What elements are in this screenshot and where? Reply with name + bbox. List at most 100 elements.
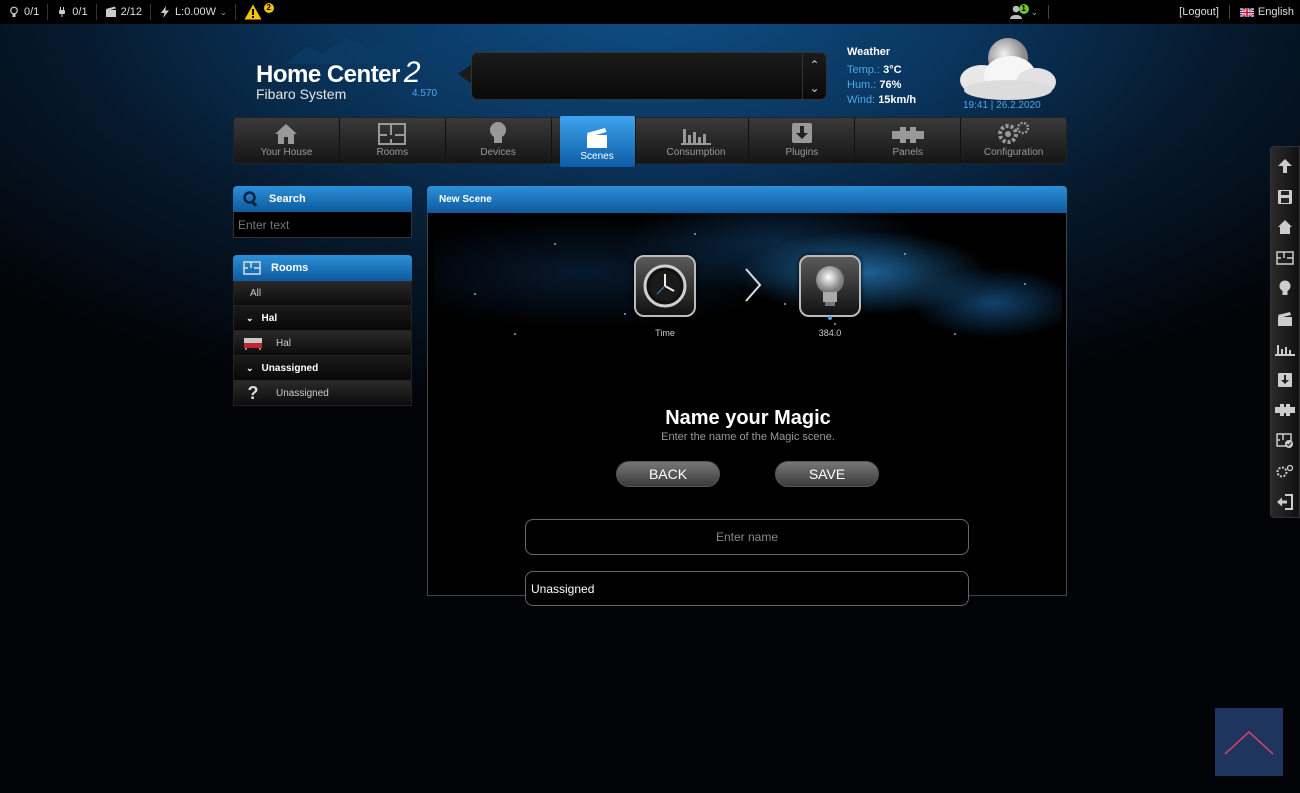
scene-name-input[interactable]	[525, 519, 969, 555]
bulb-icon	[816, 266, 844, 306]
rooms-all-label: All	[250, 287, 262, 299]
logo-title: Home Center	[256, 61, 400, 88]
bulb-icon	[10, 6, 18, 17]
floorplan-icon	[378, 123, 407, 145]
warnings-status[interactable]: 2	[236, 3, 282, 20]
nav-your-house[interactable]: Your House	[234, 118, 340, 163]
floorplan-icon	[243, 261, 261, 275]
scenes-count: 2/12	[120, 6, 143, 18]
scroll-top-button[interactable]	[1215, 708, 1283, 776]
room-item-unassigned[interactable]: ? Unassigned	[233, 381, 412, 406]
scenes-status[interactable]: 2/12	[97, 4, 152, 20]
toolbar-configuration[interactable]	[1270, 456, 1300, 487]
device-step-tile[interactable]	[799, 255, 861, 317]
house-icon	[1278, 220, 1292, 235]
room-item-label: Unassigned	[276, 387, 329, 399]
room-group-hal[interactable]: ⌄ Hal	[233, 306, 412, 331]
search-input[interactable]	[233, 212, 412, 238]
nav-label: Your House	[260, 147, 313, 158]
toolbar-consumption[interactable]	[1270, 334, 1300, 365]
toolbar-scenes[interactable]	[1270, 304, 1300, 335]
new-scene-panel: New Scene Time 384.0 Name your Magic Ent…	[427, 186, 1067, 606]
toolbar-house[interactable]	[1270, 212, 1300, 243]
scene-wizard: Time 384.0 Name your Magic Enter the nam…	[427, 213, 1067, 606]
toolbar-plugins[interactable]	[1270, 365, 1300, 396]
bulb-icon	[1279, 280, 1291, 296]
nav-panels[interactable]: Panels	[855, 118, 962, 163]
logo-number: 2	[403, 56, 421, 89]
puzzle-icon	[1275, 404, 1295, 417]
quick-toolbar	[1270, 146, 1300, 518]
room-select[interactable]: Unassigned	[525, 571, 969, 606]
save-button[interactable]: SAVE	[775, 461, 879, 487]
rooms-header: Rooms	[233, 255, 412, 281]
device-step-label: 384.0	[818, 328, 842, 338]
gears-icon	[1276, 465, 1294, 478]
chevron-up-icon	[1224, 730, 1274, 755]
download-box-icon	[791, 123, 812, 143]
uk-flag-icon	[1239, 7, 1254, 17]
gears-icon	[997, 121, 1029, 144]
toolbar-devices[interactable]	[1270, 273, 1300, 304]
toolbar-up[interactable]	[1270, 151, 1300, 182]
toolbar-rooms[interactable]	[1270, 243, 1300, 274]
room-item-hal[interactable]: Hal	[233, 331, 412, 356]
language-select[interactable]: English	[1258, 6, 1294, 18]
logout-link[interactable]: [Logout]	[1179, 6, 1219, 18]
nav-configuration[interactable]: Configuration	[961, 118, 1066, 163]
plugs-status[interactable]: 0/1	[48, 4, 97, 20]
back-button[interactable]: BACK	[616, 461, 720, 487]
plug-icon	[59, 7, 66, 17]
nav-label: Plugins	[785, 147, 819, 158]
magic-subtitle: Enter the name of the Magic scene.	[661, 431, 835, 443]
topbar-right: 1 ⌄ [Logout] English	[1009, 0, 1294, 24]
weather-title: Weather	[847, 46, 891, 58]
nav-rooms[interactable]: Rooms	[340, 118, 446, 163]
temp-value: 3°C	[883, 64, 902, 76]
search-header: Search	[233, 186, 412, 212]
chevron-down-icon[interactable]: ⌄	[809, 81, 819, 95]
toolbar-panels[interactable]	[1270, 395, 1300, 426]
toolbar-logout[interactable]	[1270, 487, 1300, 518]
rooms-panel: Rooms All ⌄ Hal Hal ⌄ Unassigned ? Unass…	[233, 255, 412, 406]
nav-label: Scenes	[580, 151, 614, 162]
message-tail	[458, 64, 472, 84]
bar-chart-icon	[1275, 345, 1295, 357]
nav-label: Rooms	[376, 147, 409, 158]
panel-title: New Scene	[427, 186, 1067, 213]
nav-consumption[interactable]: Consumption	[644, 118, 750, 163]
magic-title: Name your Magic	[665, 407, 831, 429]
bar-chart-icon	[681, 129, 711, 145]
chevron-down-icon[interactable]: ⌄	[1031, 7, 1039, 18]
lights-status[interactable]: 0/1	[0, 4, 49, 20]
wind-value: 15km/h	[878, 94, 917, 106]
weather-widget: Weather Temp.: 3°C Hum.: 76% Wind: 15km/…	[847, 46, 916, 109]
nav-scenes[interactable]: Scenes	[559, 116, 636, 167]
puzzle-icon	[891, 127, 924, 143]
plugs-count: 0/1	[72, 6, 88, 18]
floorplan-icon	[1276, 251, 1294, 265]
room-group-label: Unassigned	[261, 362, 319, 374]
floorplan-check-icon	[1276, 433, 1293, 448]
chevron-down-icon: ⌄	[219, 7, 227, 17]
search-title: Search	[269, 193, 306, 205]
room-group-unassigned[interactable]: ⌄ Unassigned	[233, 356, 412, 381]
bulb-icon	[490, 122, 507, 143]
power-status[interactable]: L:0.00W ⌄	[151, 4, 236, 20]
cloud-moon-icon	[960, 38, 1056, 100]
power-value: L:0.00W	[175, 6, 216, 18]
nav-devices[interactable]: Devices	[446, 118, 552, 163]
chevron-up-icon[interactable]: ⌃	[809, 58, 819, 72]
divider	[1228, 5, 1230, 19]
toolbar-floorplan-check[interactable]	[1270, 426, 1300, 457]
warnings-badge: 2	[263, 3, 274, 13]
chevron-down-icon: ⌄	[246, 362, 254, 373]
time-step-tile[interactable]	[634, 255, 696, 317]
hum-value: 76%	[879, 79, 902, 91]
question-icon: ?	[247, 382, 259, 403]
clapper-icon	[105, 6, 116, 17]
toolbar-save[interactable]	[1270, 182, 1300, 213]
chevron-right-icon	[745, 268, 762, 302]
nav-plugins[interactable]: Plugins	[749, 118, 856, 163]
rooms-all[interactable]: All	[233, 281, 412, 306]
